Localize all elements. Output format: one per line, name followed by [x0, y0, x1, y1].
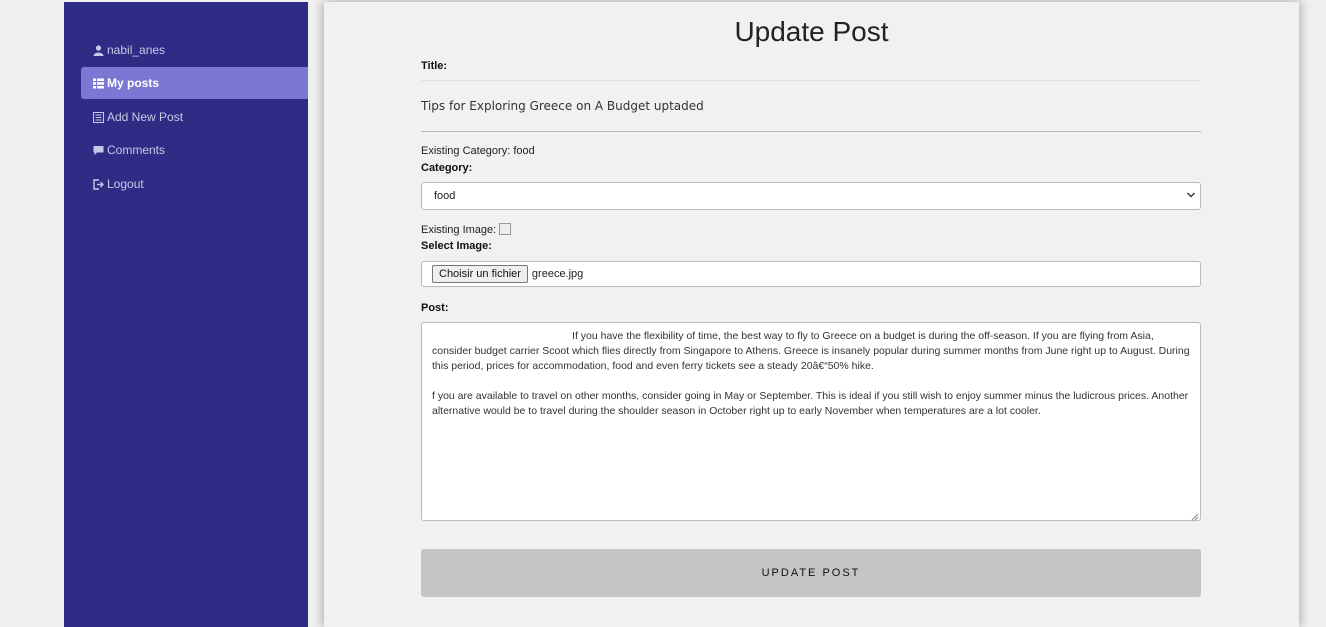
existing-image: Existing Image: [421, 223, 512, 236]
choose-file-button[interactable]: Choisir un fichier [432, 265, 528, 283]
file-name: greece.jpg [531, 268, 584, 280]
category-select[interactable]: food [421, 182, 1201, 210]
chevron-down-icon [1186, 190, 1196, 200]
sidebar-item-add-new-post[interactable]: Add New Post [81, 101, 308, 133]
sidebar-item-my-posts[interactable]: My posts [81, 67, 308, 99]
broken-image-icon [499, 223, 512, 235]
sidebar-item-label: Comments [107, 143, 166, 157]
image-file-input[interactable]: Choisir un fichier greece.jpg [421, 261, 1201, 287]
category-label: Category: [421, 162, 473, 174]
title-input[interactable]: Tips for Exploring Greece on A Budget up… [421, 80, 1201, 132]
list-icon [93, 78, 104, 89]
sidebar-item-label: Logout [107, 177, 144, 191]
title-input-value: Tips for Exploring Greece on A Budget up… [421, 99, 704, 113]
existing-image-label: Existing Image: [421, 224, 497, 236]
sidebar-item-user[interactable]: nabil_anes [81, 34, 308, 66]
user-icon [93, 44, 104, 56]
existing-category: Existing Category: food [421, 145, 535, 157]
category-selected-value: food [434, 190, 456, 202]
sidebar-item-label: nabil_anes [107, 43, 166, 57]
image-label: Select Image: [421, 240, 492, 252]
sidebar-item-logout[interactable]: Logout [81, 168, 308, 200]
sidebar: nabil_anes My posts Add New Post Comment… [64, 2, 308, 627]
logout-icon [93, 178, 104, 190]
post-label: Post: [421, 302, 449, 314]
main-content: Update Post Title: Tips for Exploring Gr… [324, 2, 1299, 627]
sidebar-item-label: My posts [107, 76, 160, 90]
post-paragraph: If you have the flexibility of time, the… [432, 330, 1193, 372]
page-title: Update Post [734, 16, 889, 47]
resize-grip-icon[interactable] [1191, 511, 1199, 521]
post-textarea[interactable]: If you have the flexibility of time, the… [421, 322, 1201, 521]
title-label: Title: [421, 60, 448, 72]
sidebar-item-comments[interactable]: Comments [81, 134, 308, 166]
comment-icon [93, 145, 104, 156]
post-paragraph: f you are available to travel on other m… [432, 390, 1192, 417]
document-icon [93, 111, 104, 123]
sidebar-item-label: Add New Post [107, 110, 184, 124]
update-post-button[interactable]: UPDATE POST [421, 549, 1201, 597]
